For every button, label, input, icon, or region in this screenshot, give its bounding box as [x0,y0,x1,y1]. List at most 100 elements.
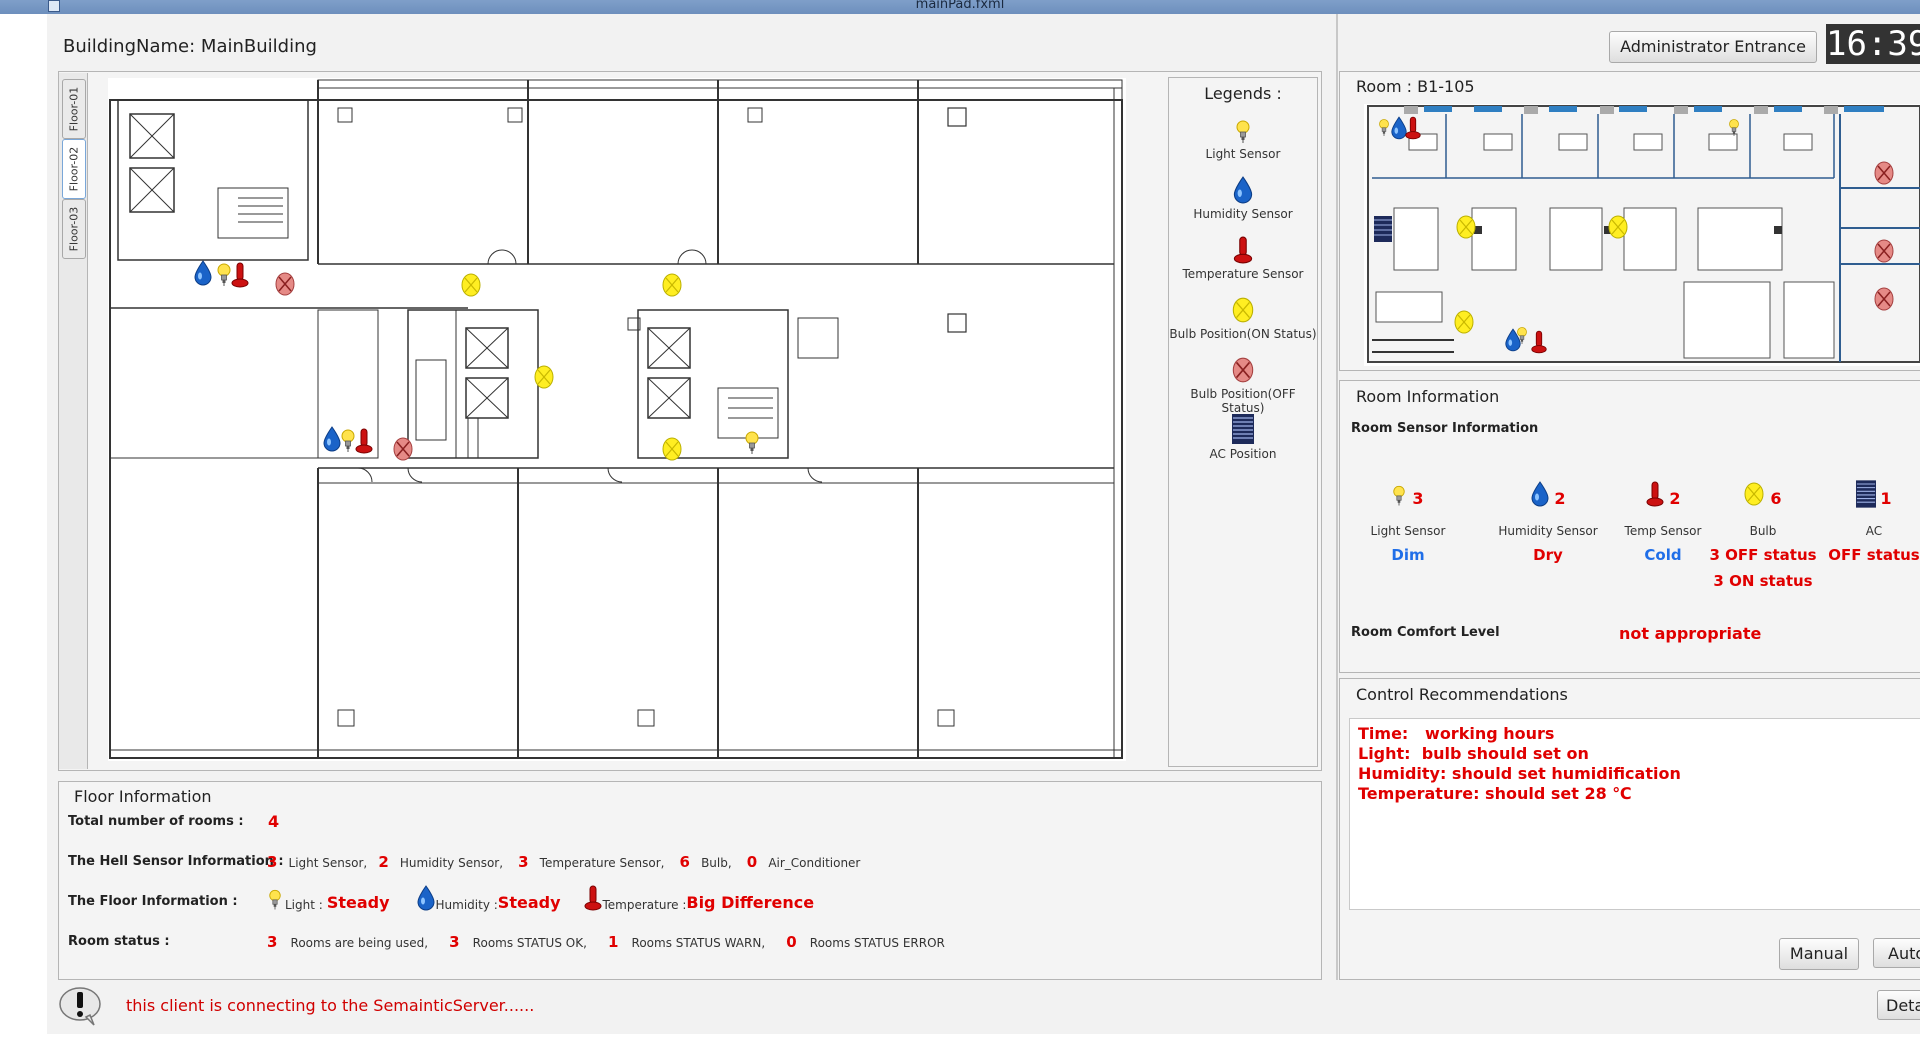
status-message: this client is connecting to the Semaint… [126,996,535,1015]
plan-temp-sensor-1 [231,262,249,288]
floor-status-humidity-label: Humidity : [435,898,498,912]
room-light-status: Dim [1391,546,1425,564]
legend-bulb-off: Bulb Position(OFF Status) [1169,356,1317,415]
room-bulb-count: 6 [1770,489,1782,508]
plan-bulb-on-1 [461,273,481,297]
plan-bulb-off-1 [275,272,295,296]
window-titlebar: mainPad.fxml [0,0,1920,14]
tab-floor-03[interactable]: Floor-03 [62,199,86,259]
temperature-sensor-icon [1646,481,1664,507]
window-title: mainPad.fxml [915,0,1005,12]
room-temp-label: Temp Sensor [1624,524,1702,538]
sensor-info-label: The Hell Sensor Information : [68,854,284,869]
room-info-title: Room Information [1356,387,1500,406]
room-status-ok-label: Rooms STATUS OK, [472,936,587,950]
room-status-error-label: Rooms STATUS ERROR [809,936,945,950]
sensor-count-temperature: 3 [518,853,529,871]
room-bulb-status-off: 3 OFF status [1709,546,1817,564]
room-status-row: 3 Rooms are being used, 3 Rooms STATUS O… [267,932,951,951]
plan-humidity-sensor-1 [194,260,212,286]
rec-temperature: Temperature: should set 28 ℃ [1358,784,1632,803]
room-ac-label: AC [1865,524,1883,538]
room-col-light: 3 Light Sensor Dim [1348,480,1468,564]
manual-button[interactable]: Manual [1779,938,1859,970]
room-status-used-label: Rooms are being used, [290,936,429,950]
legend-light-sensor: Light Sensor [1169,118,1317,161]
temperature-sensor-icon [1233,236,1253,264]
bulb-off-icon [1232,357,1254,383]
details-button[interactable]: Details [1877,990,1920,1020]
legend-ac-label: AC Position [1209,447,1277,461]
room-map[interactable] [1364,104,1920,366]
sensor-label-ac: Air_Conditioner [768,856,861,870]
floor-status-temperature-value: Big Difference [686,893,815,912]
humidity-sensor-icon [1531,481,1549,507]
administrator-entrance-button[interactable]: Administrator Entrance [1609,31,1817,63]
plan-humidity-sensor-2 [323,426,341,452]
legend-panel: Legends : Light Sensor Humidity Sensor T… [1168,77,1318,767]
rec-time: Time: working hours [1358,724,1555,743]
room-ac-count: 1 [1880,489,1892,508]
legend-bulb-off-label: Bulb Position(OFF Status) [1190,387,1296,415]
sensor-count-bulb: 6 [679,853,690,871]
column-divider [1336,14,1338,980]
tab-floor-02-label: Floor-02 [67,146,81,192]
sensor-label-temperature: Temperature Sensor, [539,856,665,870]
light-sensor-icon [1236,120,1250,144]
light-sensor-icon [1393,485,1406,507]
tab-floor-01-label: Floor-01 [67,86,81,132]
plan-light-sensor-1 [217,263,231,286]
legend-temperature-sensor-label: Temperature Sensor [1182,267,1304,281]
tab-floor-01[interactable]: Floor-01 [62,79,86,139]
room-col-ac: 1 AC OFF status [1828,480,1920,564]
sensor-info-row: 3 Light Sensor, 2 Humidity Sensor, 3 Tem… [267,852,866,871]
room-comfort-label: Room Comfort Level [1351,625,1500,640]
room-light-label: Light Sensor [1370,524,1446,538]
room-humidity-status: Dry [1533,546,1563,564]
floor-status-temperature-label: Temperature : [602,898,687,912]
plan-temp-sensor-2 [355,428,373,454]
room-col-temp: 2 Temp Sensor Cold [1608,480,1718,564]
rec-light: Light: bulb should set on [1358,744,1589,763]
sensor-count-humidity: 2 [378,853,389,871]
bulb-on-icon [1744,482,1765,506]
tab-floor-02[interactable]: Floor-02 [62,139,86,199]
building-name-label: BuildingName: MainBuilding [63,36,317,57]
temperature-sensor-icon [583,885,602,911]
room-sensor-heading: Room Sensor Information [1351,421,1539,436]
total-rooms-value: 4 [268,812,280,831]
alert-bubble-icon [59,987,101,1026]
room-light-count: 3 [1412,489,1424,508]
tab-floor-03-label: Floor-03 [67,206,81,252]
room-status-warn-label: Rooms STATUS WARN, [631,936,766,950]
bulb-on-icon [1232,297,1254,323]
recommendation-textarea[interactable]: Time: working hours Light: bulb should s… [1349,718,1920,910]
total-rooms-label: Total number of rooms : [68,814,244,829]
room-temp-count: 2 [1669,489,1681,508]
floor-status-humidity-value: Steady [497,893,561,912]
auto-button[interactable]: Auto [1873,938,1920,968]
room-status-error-count: 0 [786,933,797,951]
legend-temperature-sensor: Temperature Sensor [1169,236,1317,281]
sensor-label-bulb: Bulb, [701,856,732,870]
legend-title: Legends : [1204,84,1282,103]
light-sensor-icon [269,889,281,911]
legend-ac: AC Position [1169,414,1317,461]
humidity-sensor-icon [416,885,435,911]
floor-status-light-label: Light : [285,898,323,912]
room-status-ok-count: 3 [449,933,460,951]
floor-info-title: Floor Information [74,787,212,806]
floor-status-light-value: Steady [326,893,390,912]
sensor-label-humidity: Humidity Sensor, [399,856,504,870]
legend-humidity-sensor-label: Humidity Sensor [1193,207,1293,221]
sensor-label-light: Light Sensor, [288,856,368,870]
floor-status-row: Light : Steady Humidity : Steady Tempera… [268,884,814,912]
room-col-bulb: 6 Bulb 3 OFF status 3 ON status [1703,480,1823,590]
legend-bulb-on: Bulb Position(ON Status) [1169,296,1317,341]
clock-display: 16:39 [1826,24,1920,64]
room-comfort-value: not appropriate [1619,624,1762,643]
legend-light-sensor-label: Light Sensor [1205,147,1281,161]
floor-plan-map[interactable] [108,78,1126,761]
legend-bulb-on-label: Bulb Position(ON Status) [1169,327,1317,341]
room-temp-status: Cold [1644,546,1682,564]
